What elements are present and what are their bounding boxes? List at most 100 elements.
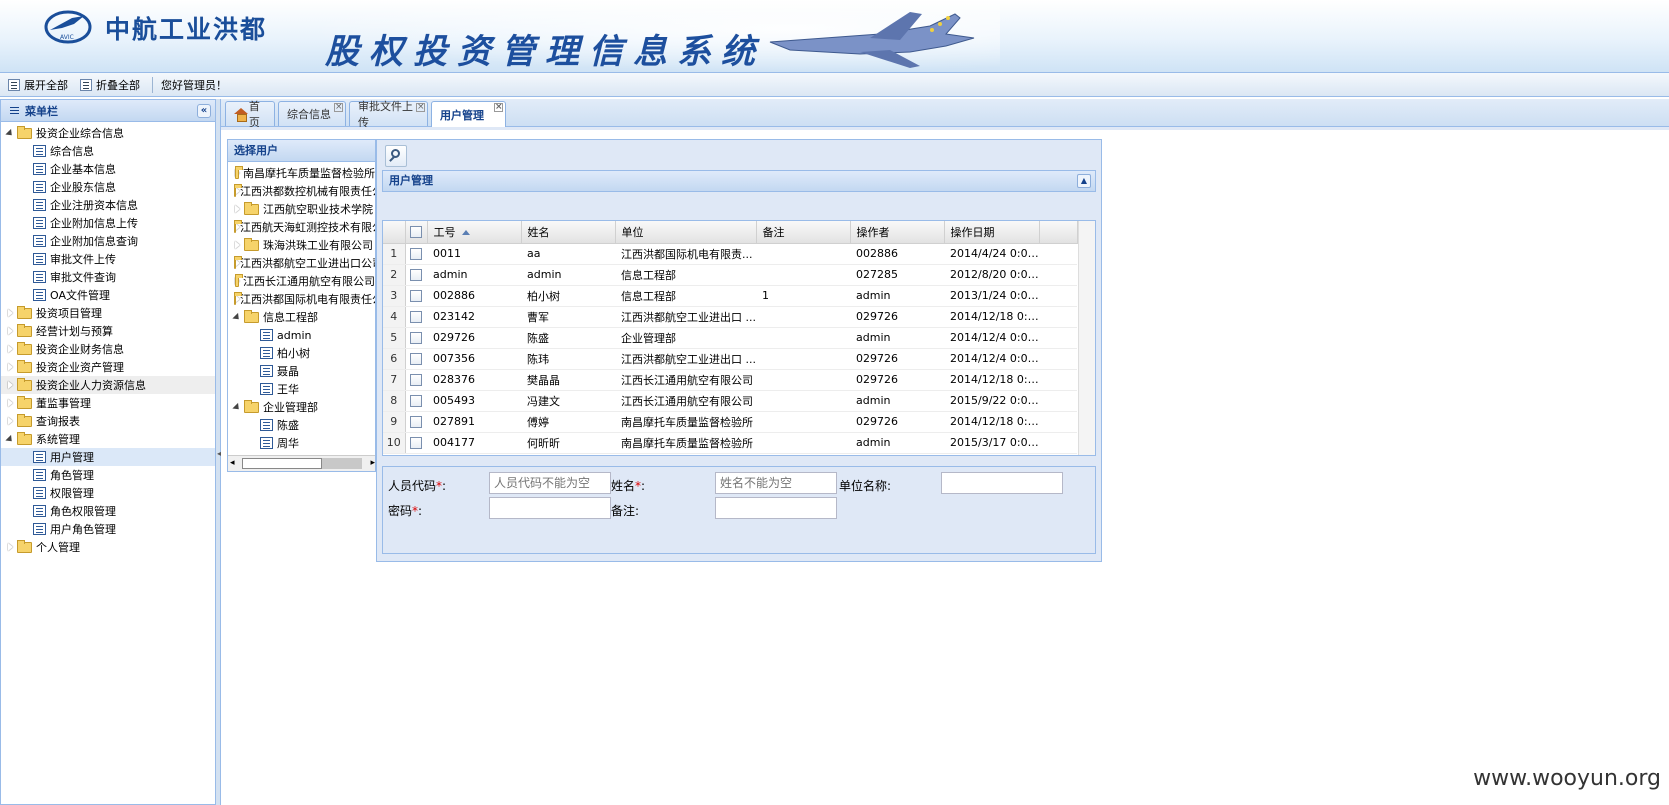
table-row[interactable]: 1 0011 aa 江西洪都国际机电有限责... 002886 2014/4/24 0:0… [383, 243, 1077, 265]
collapsed-arrow-icon[interactable] [232, 168, 233, 178]
user-tree-item[interactable]: 珠海洪珠工业有限公司 [228, 236, 375, 254]
column-header[interactable]: 操作者 [850, 221, 945, 244]
menu-item[interactable]: 审批文件查询 [1, 268, 215, 286]
collapsed-arrow-icon[interactable] [232, 204, 242, 214]
menu-item[interactable]: 投资项目管理 [1, 304, 215, 322]
expanded-arrow-icon[interactable] [5, 434, 15, 444]
column-header[interactable]: 操作日期 [944, 221, 1040, 244]
menu-item[interactable]: 系统管理 [1, 430, 215, 448]
user-tree-item[interactable]: 江西洪都航空工业进出口公司 [228, 254, 375, 272]
expanded-arrow-icon[interactable] [5, 128, 15, 138]
collapsed-arrow-icon[interactable] [5, 542, 15, 552]
row-checkbox[interactable] [410, 353, 423, 365]
expanded-arrow-icon[interactable] [232, 402, 242, 412]
user-tree-item[interactable]: 企业管理部 [228, 398, 375, 416]
table-row[interactable]: 10 004177 何昕昕 南昌摩托车质量监督检验所 admin 2015/3/17 0:… [383, 432, 1077, 454]
user-tree-item[interactable]: 聂晶 [228, 362, 375, 380]
collapsed-arrow-icon[interactable] [5, 344, 15, 354]
collapse-all-button[interactable]: 折叠全部 [80, 77, 140, 93]
row-checkbox[interactable] [410, 290, 423, 302]
menu-item[interactable]: 企业基本信息 [1, 160, 215, 178]
table-row[interactable]: 3 002886柏小树信息工程部1admin2013/1/24 0:00:00 [383, 285, 1077, 307]
collapsed-arrow-icon[interactable] [5, 398, 15, 408]
close-icon[interactable]: × [334, 103, 343, 112]
menu-item[interactable]: 投资企业综合信息 [1, 124, 215, 142]
tab-home[interactable]: 首页 [225, 100, 275, 129]
row-checkbox[interactable] [410, 311, 423, 323]
user-tree-item[interactable]: admin [228, 326, 375, 344]
password-input[interactable] [489, 497, 611, 519]
user-tree-item[interactable]: 江西洪都国际机电有限责任公司 [228, 290, 375, 308]
tab-item[interactable]: 综合信息 × [278, 101, 346, 126]
grid-vertical-scrollbar[interactable] [1078, 221, 1095, 455]
close-icon[interactable]: × [494, 103, 503, 112]
row-checkbox[interactable] [410, 248, 423, 260]
collapse-panel-button[interactable]: « [197, 104, 211, 118]
user-tree-item[interactable]: 江西长江通用航空有限公司 [228, 272, 375, 290]
collapsed-arrow-icon[interactable] [5, 380, 15, 390]
row-checkbox[interactable] [410, 332, 423, 344]
column-header[interactable]: 备注 [756, 221, 851, 244]
collapsed-arrow-icon[interactable] [5, 326, 15, 336]
horizontal-scrollbar[interactable]: ◂ ▸ [228, 455, 375, 471]
user-tree-item[interactable]: 江西航天海虹测控技术有限公司 [228, 218, 375, 236]
table-row[interactable]: 6 007356 陈玮 江西洪都航空工业进出口 ... 029726 2014/12/4 … [383, 348, 1077, 370]
row-checkbox[interactable] [410, 395, 423, 407]
menu-item[interactable]: OA文件管理 [1, 286, 215, 304]
column-header[interactable]: 工号 [427, 221, 522, 244]
user-tree-item[interactable]: 江西洪都数控机械有限责任公司 [228, 182, 375, 200]
row-checkbox[interactable] [410, 416, 423, 428]
menu-item[interactable]: 角色权限管理 [1, 502, 215, 520]
tab-item[interactable]: 用户管理 × [431, 101, 506, 127]
column-header[interactable]: 姓名 [521, 221, 616, 244]
search-button[interactable] [385, 145, 407, 167]
menu-item[interactable]: 企业附加信息上传 [1, 214, 215, 232]
table-row[interactable]: 5 029726陈盛企业管理部 admin2014/12/4 0:00:00 [383, 327, 1077, 349]
scroll-track[interactable] [242, 458, 322, 469]
user-tree-item[interactable]: 信息工程部 [228, 308, 375, 326]
menu-item[interactable]: 权限管理 [1, 484, 215, 502]
menu-item[interactable]: 综合信息 [1, 142, 215, 160]
collapsed-arrow-icon[interactable] [232, 240, 242, 250]
user-tree-item[interactable]: 陈盛 [228, 416, 375, 434]
menu-item[interactable]: 董监事管理 [1, 394, 215, 412]
menu-item[interactable]: 投资企业资产管理 [1, 358, 215, 376]
row-checkbox[interactable] [410, 374, 423, 386]
user-tree-item[interactable]: 南昌摩托车质量监督检验所 [228, 164, 375, 182]
table-row[interactable]: 7 028376 樊晶晶 江西长江通用航空有限公司 029726 2014/12/18 0… [383, 369, 1077, 391]
scroll-right-icon[interactable]: ▸ [370, 458, 375, 468]
menu-item[interactable]: 投资企业人力资源信息 [1, 376, 215, 394]
collapsed-arrow-icon[interactable] [232, 276, 233, 286]
menu-item[interactable]: 用户管理 [1, 448, 215, 466]
menu-item[interactable]: 企业附加信息查询 [1, 232, 215, 250]
menu-item[interactable]: 角色管理 [1, 466, 215, 484]
table-row[interactable]: 4 023142 曹军 江西洪都航空工业进出口 ... 029726 2014/12/18… [383, 306, 1077, 328]
menu-item[interactable]: 查询报表 [1, 412, 215, 430]
scroll-thumb[interactable] [322, 458, 362, 469]
menu-item[interactable]: 投资企业财务信息 [1, 340, 215, 358]
collapsed-arrow-icon[interactable] [5, 362, 15, 372]
remark-input[interactable] [715, 497, 837, 519]
menu-item[interactable]: 企业注册资本信息 [1, 196, 215, 214]
user-tree-item[interactable]: 柏小树 [228, 344, 375, 362]
name-input[interactable] [715, 472, 837, 494]
table-row[interactable]: 8 005493 冯建文 江西长江通用航空有限公司 admin 2015/9/22 0:0… [383, 390, 1077, 412]
select-all-checkbox[interactable] [410, 226, 422, 239]
column-header[interactable]: 单位 [615, 221, 757, 244]
collapse-up-icon[interactable]: ▲ [1077, 174, 1091, 188]
user-tree-item[interactable]: 王华 [228, 380, 375, 398]
table-row[interactable]: 9 027891 傅婷 南昌摩托车质量监督检验所 029726 2014/12/18 0:… [383, 411, 1077, 433]
collapsed-arrow-icon[interactable] [5, 308, 15, 318]
tab-item[interactable]: 审批文件上传 × [349, 100, 428, 129]
menu-item[interactable]: 审批文件上传 [1, 250, 215, 268]
scroll-left-icon[interactable]: ◂ [230, 458, 235, 468]
expanded-arrow-icon[interactable] [232, 312, 242, 322]
user-tree-item[interactable]: 江西航空职业技术学院 [228, 200, 375, 218]
row-checkbox[interactable] [410, 269, 423, 281]
menu-item[interactable]: 个人管理 [1, 538, 215, 556]
close-icon[interactable]: × [416, 103, 425, 112]
staff-code-input[interactable] [489, 472, 611, 494]
expand-all-button[interactable]: 展开全部 [8, 77, 68, 93]
collapsed-arrow-icon[interactable] [5, 416, 15, 426]
menu-item[interactable]: 用户角色管理 [1, 520, 215, 538]
